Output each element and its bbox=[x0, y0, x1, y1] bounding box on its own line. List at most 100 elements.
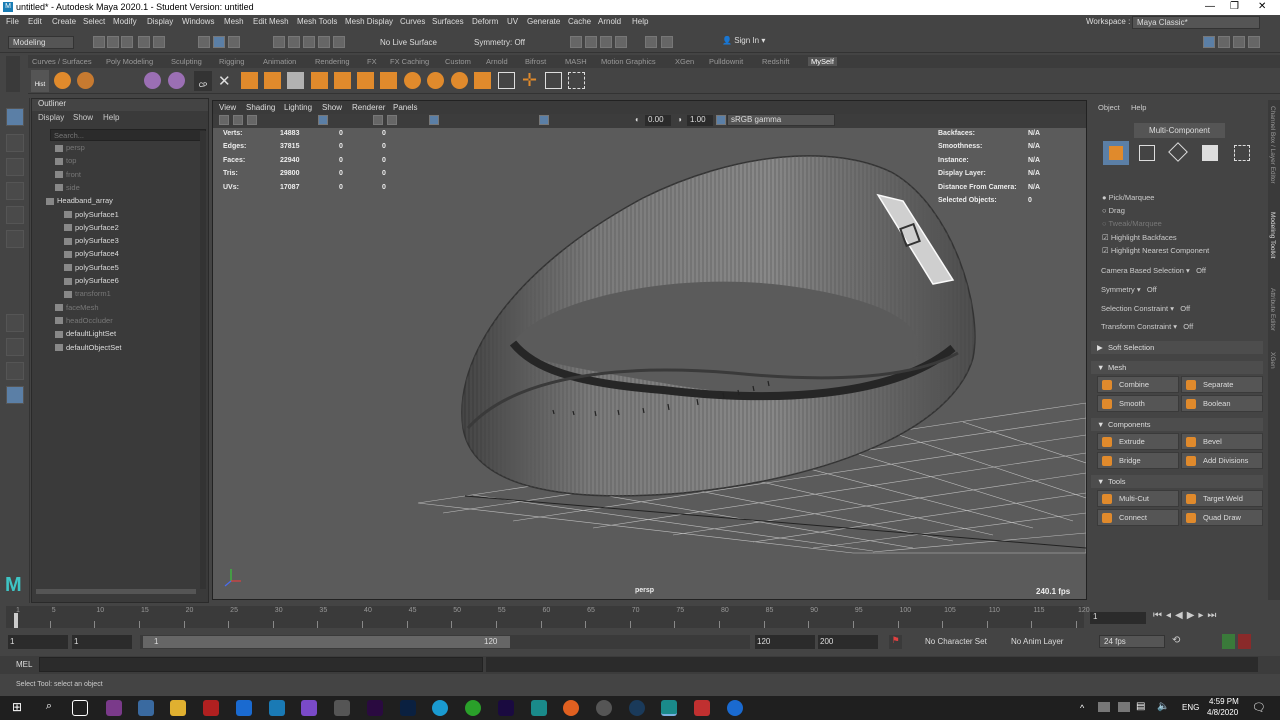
redo-icon[interactable] bbox=[153, 36, 165, 48]
vp-menu-renderer[interactable]: Renderer bbox=[352, 103, 385, 112]
menu-edit-mesh[interactable]: Edit Mesh bbox=[253, 17, 289, 26]
shelf-tool-9-icon[interactable] bbox=[427, 72, 444, 89]
mesh-section[interactable]: ▼ Mesh bbox=[1091, 361, 1263, 374]
uv-mode-icon[interactable] bbox=[1234, 145, 1250, 161]
default-material-icon[interactable] bbox=[429, 115, 439, 125]
bevel-button[interactable]: Bevel bbox=[1181, 433, 1263, 450]
move-tool-shelf-icon[interactable]: ✛ bbox=[522, 70, 537, 91]
mode-dropdown[interactable]: Modeling bbox=[8, 36, 74, 49]
current-frame-field[interactable]: 1 bbox=[1090, 612, 1146, 624]
mel-command-input[interactable] bbox=[39, 657, 483, 672]
outliner-item[interactable]: polySurface2 bbox=[32, 223, 119, 236]
four-view-layout-icon[interactable] bbox=[6, 338, 24, 356]
mtk-menu-help[interactable]: Help bbox=[1131, 103, 1146, 112]
outliner-item[interactable]: Headband_array bbox=[32, 196, 113, 209]
menu-create[interactable]: Create bbox=[52, 17, 76, 26]
outliner-item[interactable]: top bbox=[32, 156, 76, 169]
multi-cut-button[interactable]: Multi-Cut bbox=[1097, 490, 1179, 507]
camera-select-icon[interactable] bbox=[219, 115, 229, 125]
outliner-item[interactable]: side bbox=[32, 183, 80, 196]
shelf-tab-custom[interactable]: Custom bbox=[445, 57, 471, 66]
shelf-tool-1-icon[interactable] bbox=[241, 72, 258, 89]
wireframe-icon[interactable] bbox=[373, 115, 383, 125]
current-time-marker[interactable] bbox=[14, 613, 18, 628]
outliner-menu-show[interactable]: Show bbox=[73, 113, 93, 122]
tool-settings-toggle-icon[interactable] bbox=[1233, 36, 1245, 48]
shelf-settings-gear-icon[interactable] bbox=[6, 56, 20, 92]
outliner-menu-display[interactable]: Display bbox=[38, 113, 64, 122]
object-mode-cube-icon[interactable] bbox=[1103, 141, 1129, 165]
shelf-tool-11-icon[interactable] bbox=[474, 72, 491, 89]
select-by-component-icon[interactable] bbox=[228, 36, 240, 48]
shelf-tab-redshift[interactable]: Redshift bbox=[762, 57, 790, 66]
side-tab-modeling-toolkit[interactable]: Modeling Toolkit bbox=[1269, 212, 1276, 259]
menu-edit[interactable]: Edit bbox=[28, 17, 42, 26]
outliner-layout-icon[interactable] bbox=[6, 386, 24, 404]
open-scene-icon[interactable] bbox=[107, 36, 119, 48]
mel-label[interactable]: MEL bbox=[16, 660, 32, 669]
components-section[interactable]: ▼ Components bbox=[1091, 418, 1263, 431]
taskbar-firefox-icon[interactable] bbox=[563, 700, 579, 716]
bend-icon[interactable] bbox=[168, 72, 185, 89]
outliner-scrollbar[interactable] bbox=[200, 131, 206, 589]
gamma-field[interactable]: 1.00 bbox=[687, 115, 713, 126]
anim-layer-dropdown[interactable]: No Anim Layer bbox=[1011, 637, 1063, 646]
extrude-button[interactable]: Extrude bbox=[1097, 433, 1179, 450]
menu-mesh[interactable]: Mesh bbox=[224, 17, 244, 26]
menu-mesh-tools[interactable]: Mesh Tools bbox=[297, 17, 337, 26]
snap-curve-icon[interactable] bbox=[288, 36, 300, 48]
side-tab-xgen[interactable]: XGen bbox=[1269, 352, 1276, 369]
shelf-tab-poly-modeling[interactable]: Poly Modeling bbox=[106, 57, 153, 66]
grid-tool-3-icon[interactable] bbox=[568, 72, 585, 89]
select-by-hierarchy-icon[interactable] bbox=[198, 36, 210, 48]
shelf-tool-10-icon[interactable] bbox=[451, 72, 468, 89]
scale-tool-icon[interactable] bbox=[6, 230, 24, 248]
outliner-menu-help[interactable]: Help bbox=[103, 113, 119, 122]
ipr-render-icon[interactable] bbox=[585, 36, 597, 48]
close-button[interactable]: ✕ bbox=[1258, 1, 1266, 12]
taskbar-app-3-icon[interactable] bbox=[269, 700, 285, 716]
snap-point-icon[interactable] bbox=[303, 36, 315, 48]
shelf-tool-6-icon[interactable] bbox=[357, 72, 374, 89]
side-tab-attribute-editor[interactable]: Attribute Editor bbox=[1269, 288, 1276, 331]
tweak-marquee-option[interactable]: ○ Tweak/Marquee bbox=[1102, 219, 1162, 228]
side-tab-channel-box[interactable]: Channel Box / Layer Editor bbox=[1269, 106, 1276, 184]
grid-toggle-icon[interactable] bbox=[318, 115, 328, 125]
taskbar-mail-icon[interactable] bbox=[236, 700, 252, 716]
taskbar-app-4-icon[interactable] bbox=[334, 700, 350, 716]
tools-section[interactable]: ▼ Tools bbox=[1091, 475, 1263, 488]
menu-arnold[interactable]: Arnold bbox=[598, 17, 621, 26]
volume-icon[interactable]: 🔈 bbox=[1157, 701, 1169, 712]
modeling-toolkit-toggle-icon[interactable] bbox=[1203, 36, 1215, 48]
outliner-item[interactable]: defaultLightSet bbox=[32, 329, 116, 342]
clock-time[interactable]: 4:59 PM bbox=[1209, 697, 1239, 706]
shelf-tab-fx[interactable]: FX bbox=[367, 57, 377, 66]
shelf-tab-animation[interactable]: Animation bbox=[263, 57, 296, 66]
taskbar-maya-active-icon[interactable] bbox=[661, 700, 677, 716]
arnold-render-icon[interactable] bbox=[645, 36, 657, 48]
vp-menu-show[interactable]: Show bbox=[322, 103, 342, 112]
menu-mesh-display[interactable]: Mesh Display bbox=[345, 17, 393, 26]
key-icon[interactable] bbox=[1238, 634, 1251, 649]
hypershade-icon[interactable] bbox=[615, 36, 627, 48]
camera-attributes-icon[interactable] bbox=[233, 115, 243, 125]
tray-display-icon[interactable] bbox=[1118, 702, 1130, 712]
shelf-tool-3-icon[interactable] bbox=[287, 72, 304, 89]
shelf-tab-motion-graphics[interactable]: Motion Graphics bbox=[601, 57, 656, 66]
outliner-item[interactable]: transform1 bbox=[32, 289, 111, 302]
outliner-search-input[interactable] bbox=[50, 129, 206, 141]
mtk-menu-object[interactable]: Object bbox=[1098, 103, 1120, 112]
menu-windows[interactable]: Windows bbox=[182, 17, 214, 26]
soft-selection-section[interactable]: ▶ Soft Selection bbox=[1091, 341, 1263, 354]
shelf-tab-arnold[interactable]: Arnold bbox=[486, 57, 508, 66]
taskbar-steam-icon[interactable] bbox=[629, 700, 645, 716]
two-panel-layout-icon[interactable] bbox=[6, 362, 24, 380]
shelf-tool-4-icon[interactable] bbox=[311, 72, 328, 89]
menu-deform[interactable]: Deform bbox=[472, 17, 498, 26]
outliner-item[interactable]: defaultObjectSet bbox=[32, 343, 121, 356]
clock-date[interactable]: 4/8/2020 bbox=[1207, 708, 1238, 717]
menu-cache[interactable]: Cache bbox=[568, 17, 591, 26]
undo-icon[interactable] bbox=[138, 36, 150, 48]
edge-mode-icon[interactable] bbox=[1168, 142, 1188, 162]
task-view-icon[interactable] bbox=[72, 700, 88, 716]
